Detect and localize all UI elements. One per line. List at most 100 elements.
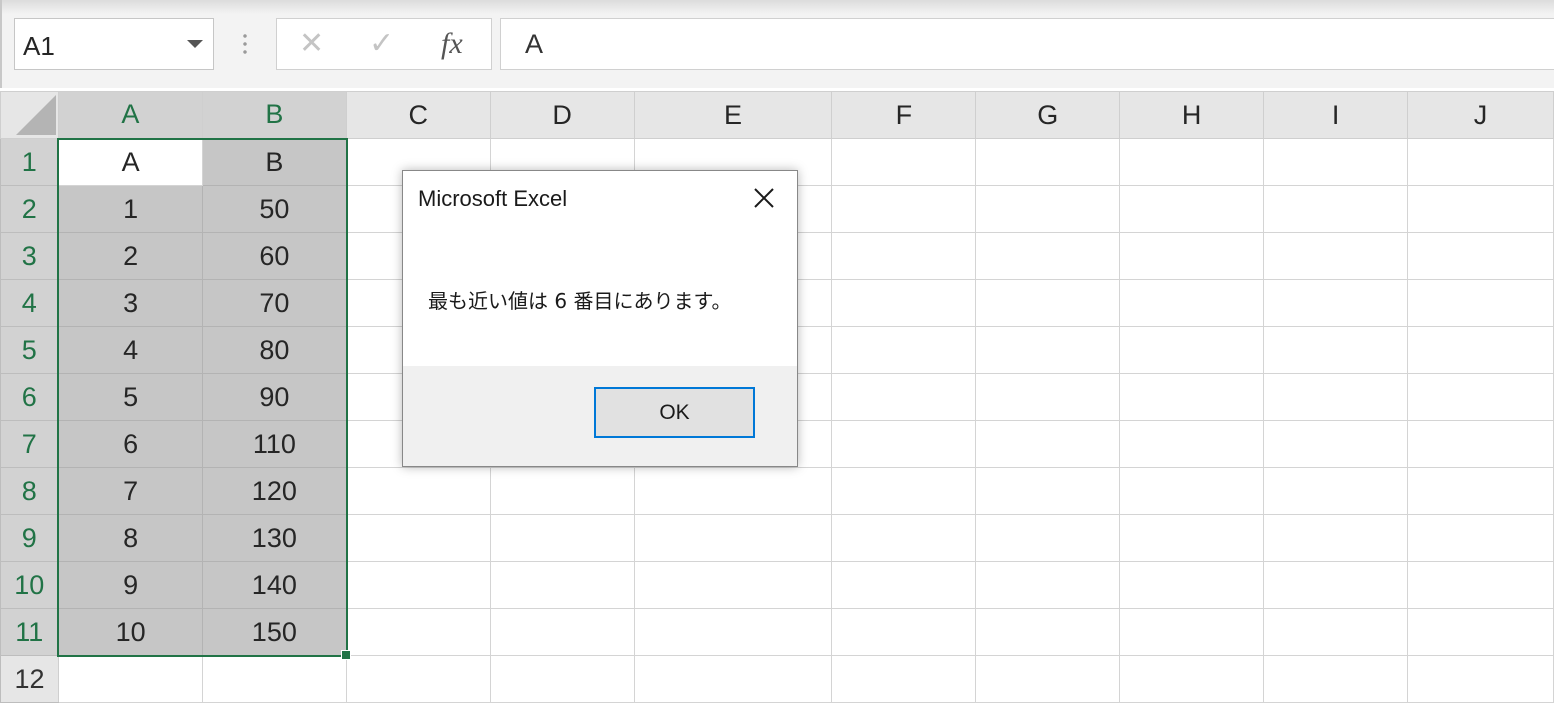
row-header[interactable]: 6 [0, 373, 60, 421]
enter-icon[interactable]: ✓ [369, 25, 394, 63]
grip-icon[interactable] [243, 32, 247, 54]
cell[interactable] [1407, 279, 1554, 327]
cell[interactable] [1263, 655, 1409, 703]
cell[interactable] [1119, 420, 1265, 468]
cell-b2[interactable]: 50 [201, 185, 347, 233]
cell[interactable] [1407, 185, 1554, 233]
row-header[interactable]: 1 [0, 138, 60, 186]
name-box[interactable]: A1 [14, 18, 214, 70]
column-header-g[interactable]: G [975, 91, 1121, 139]
column-header-f[interactable]: F [831, 91, 977, 139]
cell[interactable] [1407, 138, 1554, 186]
cell[interactable] [345, 655, 491, 703]
row-header[interactable]: 7 [0, 420, 60, 468]
column-header-e[interactable]: E [633, 91, 833, 139]
cell[interactable] [1263, 420, 1409, 468]
cell-b10[interactable]: 140 [201, 561, 347, 609]
cell-b11[interactable]: 150 [201, 608, 347, 656]
column-header-b[interactable]: B [201, 91, 347, 140]
column-header-a[interactable]: A [57, 91, 203, 140]
cell[interactable] [975, 514, 1121, 562]
row-header[interactable]: 11 [0, 608, 60, 656]
cell[interactable] [975, 561, 1121, 609]
cell[interactable] [1407, 655, 1554, 703]
cell[interactable] [1263, 373, 1409, 421]
cell-b3[interactable]: 60 [201, 232, 347, 280]
row-header[interactable]: 3 [0, 232, 60, 280]
cell[interactable] [831, 279, 977, 327]
cell-a11[interactable]: 10 [57, 608, 203, 656]
cell[interactable] [831, 138, 977, 186]
cell-b4[interactable]: 70 [201, 279, 347, 327]
cell[interactable] [1119, 138, 1265, 186]
cell-a9[interactable]: 8 [57, 514, 203, 562]
cell-b7[interactable]: 110 [201, 420, 347, 468]
cell[interactable] [975, 467, 1121, 515]
chevron-down-icon[interactable] [187, 40, 203, 48]
cell[interactable] [633, 655, 833, 703]
cell[interactable] [1407, 420, 1554, 468]
cell-a2[interactable]: 1 [57, 185, 203, 233]
column-header-j[interactable]: J [1407, 91, 1554, 139]
cell[interactable] [1263, 279, 1409, 327]
column-header-h[interactable]: H [1119, 91, 1265, 139]
formula-input[interactable]: A [500, 18, 1554, 70]
cell[interactable] [831, 561, 977, 609]
column-header-i[interactable]: I [1263, 91, 1409, 139]
cell[interactable] [975, 138, 1121, 186]
cell[interactable] [633, 467, 833, 515]
insert-function-icon[interactable]: fx [441, 25, 463, 63]
cell[interactable] [975, 373, 1121, 421]
cell-a12[interactable] [57, 655, 203, 703]
cancel-icon[interactable]: ✕ [299, 25, 324, 63]
cell[interactable] [1407, 561, 1554, 609]
cell[interactable] [831, 185, 977, 233]
cell[interactable] [975, 232, 1121, 280]
cell[interactable] [1119, 467, 1265, 515]
fill-handle[interactable] [341, 650, 351, 660]
cell[interactable] [489, 514, 635, 562]
row-header[interactable]: 5 [0, 326, 60, 374]
row-header[interactable]: 8 [0, 467, 60, 515]
cell[interactable] [633, 608, 833, 656]
cell[interactable] [1263, 514, 1409, 562]
cell[interactable] [1407, 232, 1554, 280]
cell[interactable] [831, 467, 977, 515]
cell[interactable] [345, 514, 491, 562]
cell[interactable] [1119, 561, 1265, 609]
cell[interactable] [489, 561, 635, 609]
cell[interactable] [1119, 279, 1265, 327]
cell[interactable] [1119, 185, 1265, 233]
cell[interactable] [1407, 467, 1554, 515]
close-icon[interactable] [751, 185, 777, 211]
cell-a6[interactable]: 5 [57, 373, 203, 421]
cell[interactable] [1119, 373, 1265, 421]
cell-b6[interactable]: 90 [201, 373, 347, 421]
column-header-c[interactable]: C [345, 91, 491, 139]
cell[interactable] [1119, 608, 1265, 656]
cell-b8[interactable]: 120 [201, 467, 347, 515]
cell-a7[interactable]: 6 [57, 420, 203, 468]
cell-b12[interactable] [201, 655, 347, 703]
cell[interactable] [975, 655, 1121, 703]
cell-a8[interactable]: 7 [57, 467, 203, 515]
cell[interactable] [831, 232, 977, 280]
cell[interactable] [1263, 138, 1409, 186]
cell[interactable] [975, 608, 1121, 656]
cell[interactable] [1263, 467, 1409, 515]
cell[interactable] [1263, 185, 1409, 233]
cell[interactable] [489, 655, 635, 703]
cell[interactable] [975, 185, 1121, 233]
cell[interactable] [975, 326, 1121, 374]
cell[interactable] [831, 373, 977, 421]
cell-b1[interactable]: B [201, 138, 347, 186]
cell-a5[interactable]: 4 [57, 326, 203, 374]
cell[interactable] [831, 655, 977, 703]
cell[interactable] [831, 514, 977, 562]
cell[interactable] [831, 420, 977, 468]
cell[interactable] [345, 467, 491, 515]
cell[interactable] [489, 608, 635, 656]
cell[interactable] [975, 420, 1121, 468]
cell[interactable] [1407, 326, 1554, 374]
cell[interactable] [1263, 608, 1409, 656]
